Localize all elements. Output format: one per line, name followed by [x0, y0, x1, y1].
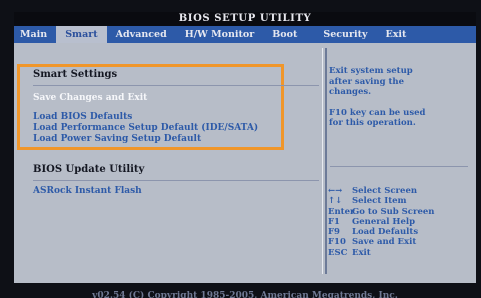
key-label: F10	[328, 237, 346, 248]
bios-screen: BIOS SETUP UTILITY Main Smart Advanced H…	[0, 0, 481, 298]
tab-security[interactable]: Security	[314, 26, 376, 43]
tab-hw-monitor[interactable]: H/W Monitor	[176, 26, 264, 43]
key-label: F1	[328, 216, 340, 227]
key-label: F9	[328, 227, 340, 238]
key-description: Select Item	[352, 196, 407, 207]
key-label: ←→	[328, 186, 343, 196]
key-description: Exit	[352, 247, 371, 258]
tab-advanced[interactable]: Advanced	[107, 26, 176, 43]
key-label: Enter	[328, 206, 355, 217]
update-underline	[33, 180, 319, 181]
tab-boot[interactable]: Boot	[263, 26, 306, 43]
copyright-footer: v02.54 (C) Copyright 1985-2005, American…	[92, 291, 398, 298]
help-line: F10 key can be used	[329, 107, 426, 118]
key-description: Load Defaults	[352, 227, 419, 238]
help-separator	[330, 166, 468, 167]
option-asrock-instant-flash[interactable]: ASRock Instant Flash	[33, 186, 142, 196]
bios-update-heading: BIOS Update Utility	[33, 164, 145, 175]
key-label: ESC	[328, 247, 348, 258]
key-row: F9 Load Defaults	[328, 227, 474, 237]
tab-exit[interactable]: Exit	[376, 26, 415, 43]
option-save-changes-and-exit[interactable]: Save Changes and Exit	[33, 93, 147, 103]
key-row: F1 General Help	[328, 217, 474, 227]
smart-settings-heading: Smart Settings	[33, 69, 118, 80]
content-panel: Smart Settings Save Changes and Exit Loa…	[14, 43, 476, 283]
key-description: Go to Sub Screen	[352, 206, 435, 217]
key-row: Enter Go to Sub Screen	[328, 207, 474, 217]
title-bar: BIOS SETUP UTILITY	[14, 12, 476, 26]
key-row: ↑↓ Select Item	[328, 196, 474, 206]
help-line: changes.	[329, 87, 372, 97]
option-load-bios-defaults[interactable]: Load BIOS Defaults	[33, 112, 132, 122]
help-text: Exit system setup after saving the chang…	[329, 66, 469, 129]
key-label: ↑↓	[328, 196, 343, 207]
key-row: ESC Exit	[328, 248, 474, 258]
key-row: ←→ Select Screen	[328, 186, 474, 196]
help-line: Exit system setup	[329, 66, 413, 76]
key-description: General Help	[352, 216, 416, 227]
panel-divider-highlight	[322, 48, 323, 274]
tab-smart[interactable]: Smart	[56, 26, 107, 43]
key-legend: ←→ Select Screen ↑↓ Select Item Enter Go to…	[328, 186, 474, 258]
menu-bar: Main Smart Advanced H/W Monitor Boot Sec…	[14, 26, 476, 43]
option-load-performance-default[interactable]: Load Performance Setup Default (IDE/SATA…	[33, 123, 258, 133]
option-load-power-saving-default[interactable]: Load Power Saving Setup Default	[33, 134, 201, 144]
panel-divider	[325, 48, 327, 274]
key-row: F10 Save and Exit	[328, 237, 474, 247]
key-description: Select Screen	[352, 186, 418, 196]
help-line: after saving the	[329, 76, 404, 87]
help-line: for this operation.	[329, 118, 416, 128]
key-description: Save and Exit	[352, 237, 417, 248]
tab-main[interactable]: Main	[14, 26, 56, 43]
heading-underline	[33, 85, 319, 86]
